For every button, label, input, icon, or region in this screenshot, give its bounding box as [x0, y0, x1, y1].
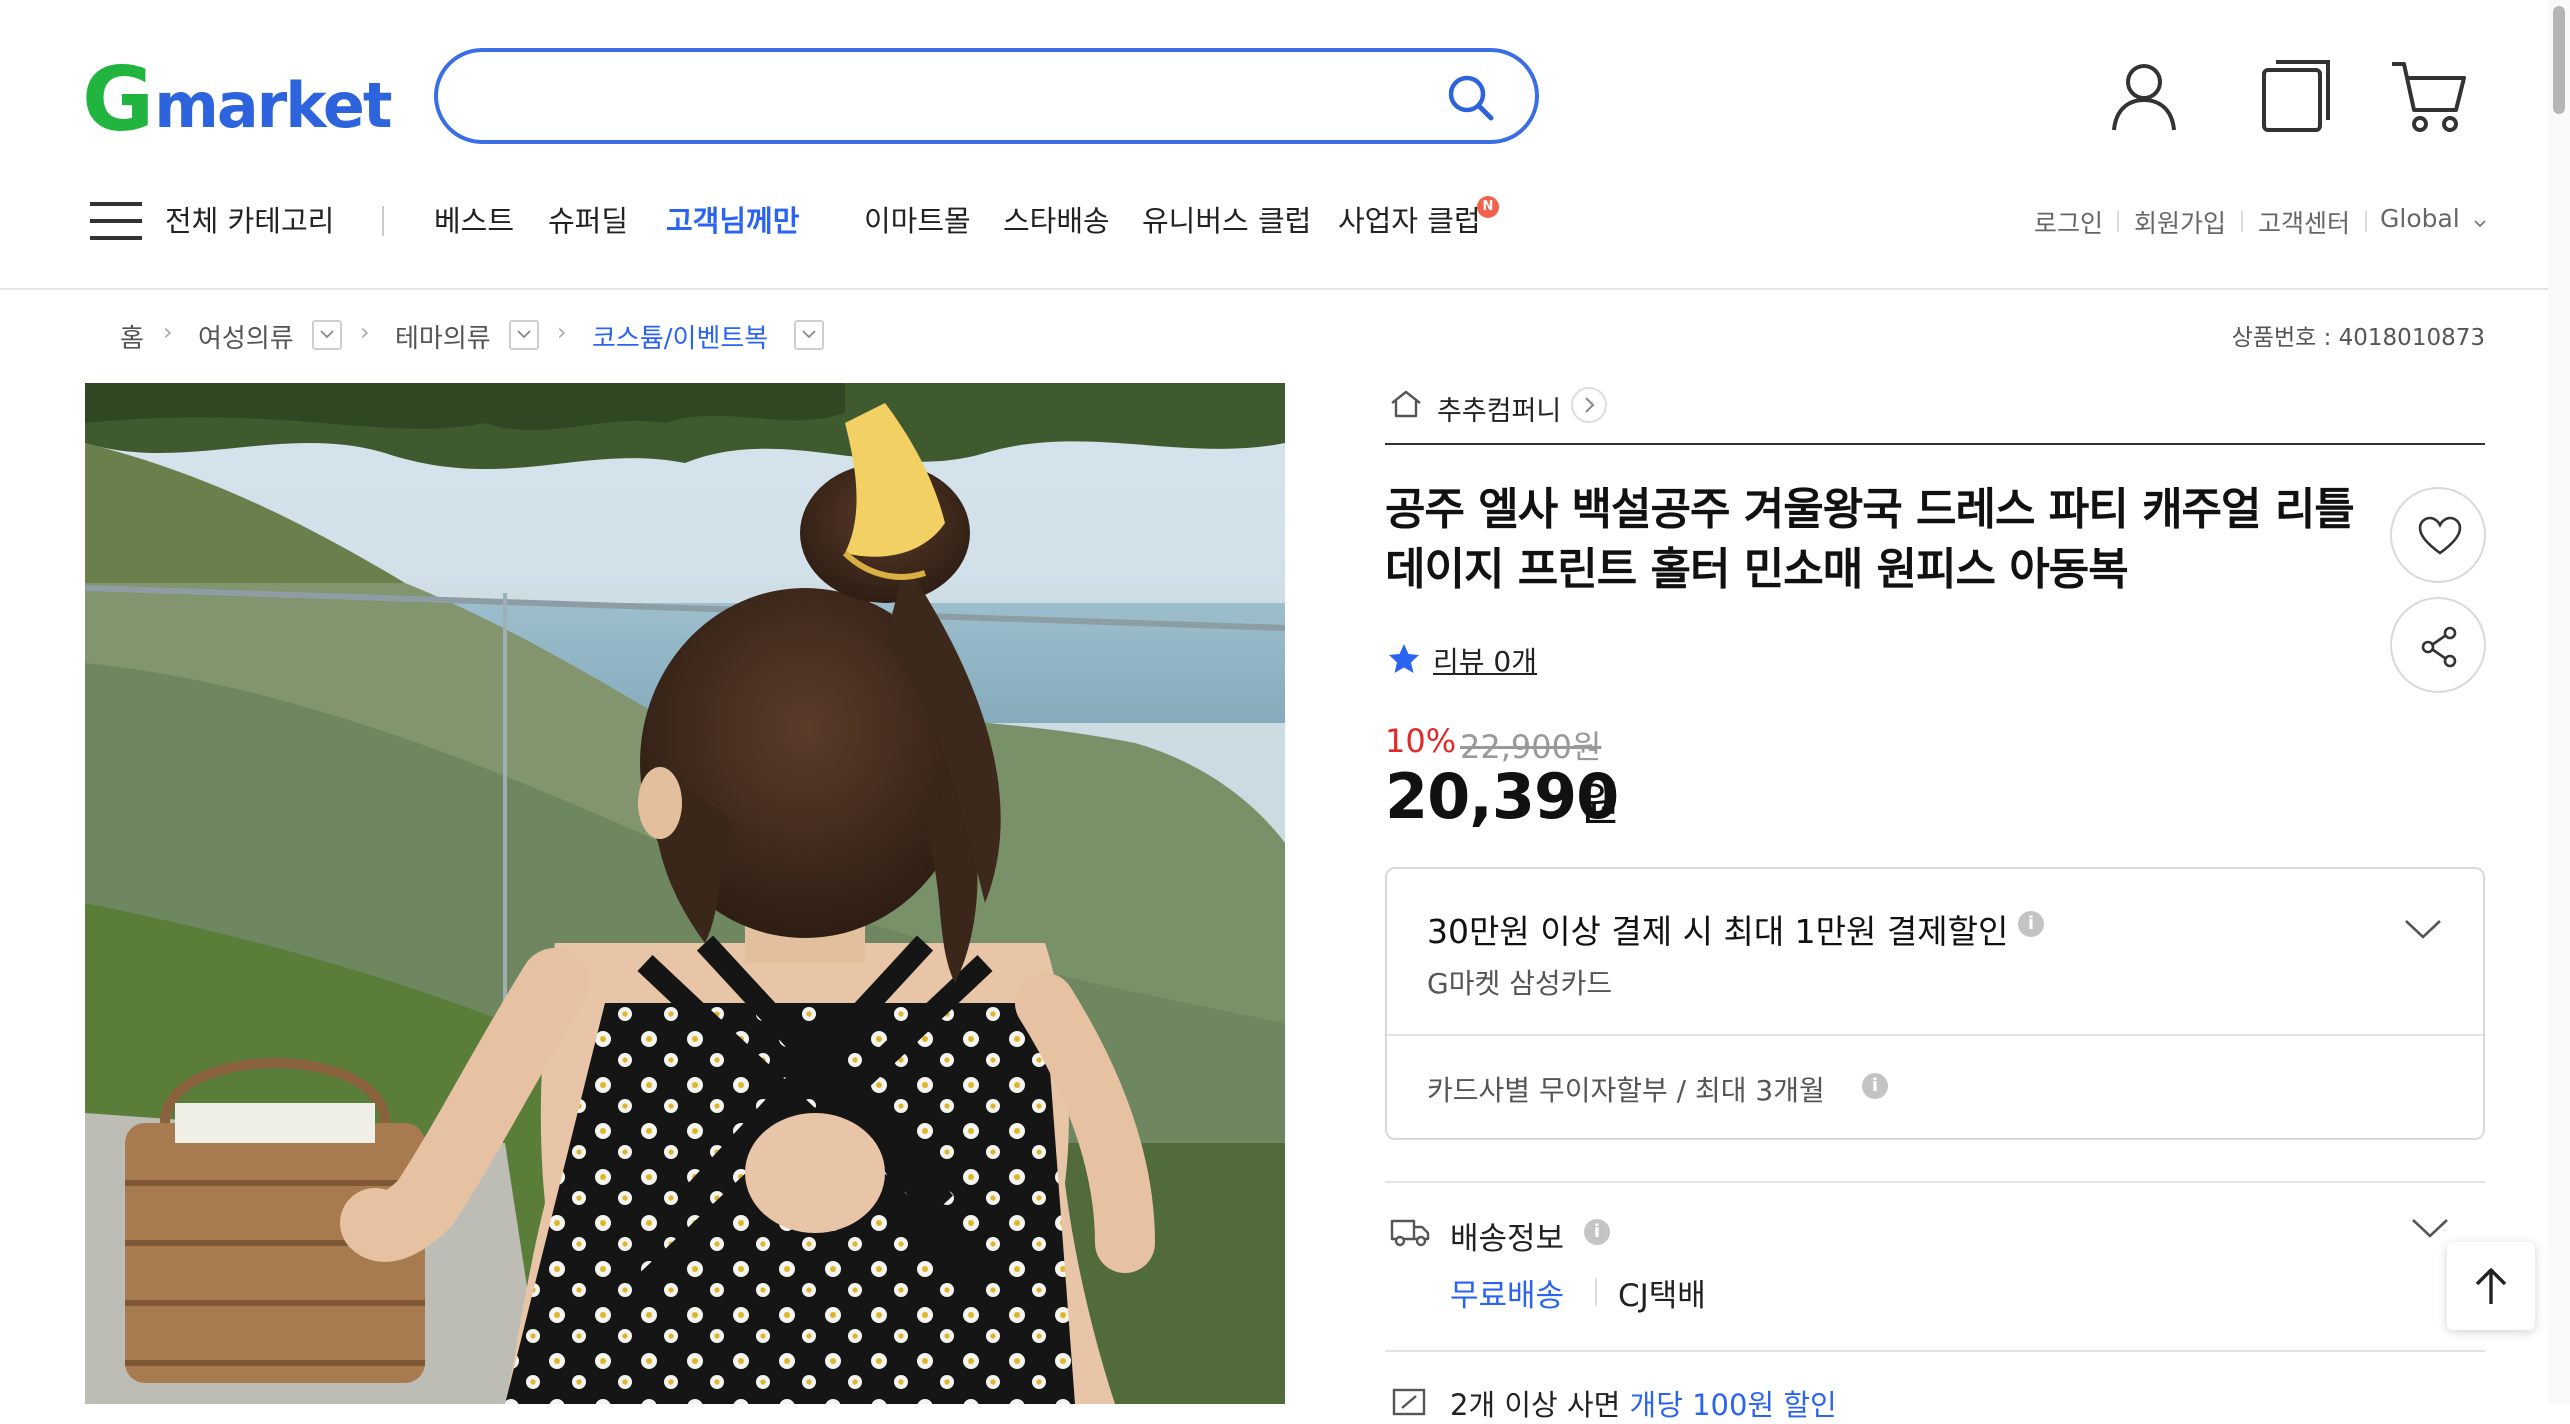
seller-name[interactable]: 추추컴퍼니: [1437, 389, 1561, 428]
benefit-title[interactable]: 30만원 이상 결제 시 최대 1만원 결제할인: [1427, 905, 2008, 953]
menu-icon[interactable]: [90, 202, 142, 240]
global-nav: 전체 카테고리 베스트 슈퍼딜 고객님께만 이마트몰 스타배송 유니버스 클럽 …: [0, 180, 2570, 260]
shipping-carrier: CJ택배: [1618, 1278, 1706, 1314]
price-unit: 원: [1578, 777, 1621, 831]
breadcrumb-home[interactable]: 홈: [120, 318, 144, 355]
nav-for-you[interactable]: 고객님께만: [666, 198, 799, 240]
search-bar: [434, 48, 1539, 144]
arrow-up-icon: [2475, 1268, 2507, 1304]
info-icon[interactable]: i: [1862, 1073, 1888, 1099]
product-image[interactable]: [85, 383, 1285, 1404]
shipping-info-label: 배송정보: [1450, 1221, 1565, 1257]
nav-emart-mall[interactable]: 이마트몰: [864, 198, 971, 240]
customer-center-link[interactable]: 고객센터: [2258, 204, 2350, 240]
search-input[interactable]: [478, 70, 1418, 124]
multi-buy-amount[interactable]: 개당 100원 할인: [1630, 1388, 1837, 1422]
site-header: G market 전체 카테고리 베스트 슈퍼딜 고객님께만 이마트몰 스타배송…: [0, 0, 2570, 290]
installment-info: 카드사별 무이자할부 / 최대 3개월: [1427, 1074, 1825, 1107]
breadcrumb-dropdown[interactable]: [312, 320, 342, 350]
shipping-divider: [1595, 1278, 1597, 1306]
page-scrollbar[interactable]: [2548, 0, 2570, 1404]
section-divider: [1385, 1181, 2485, 1183]
seller-link-button[interactable]: [1571, 387, 1607, 423]
section-divider: [1385, 1350, 2485, 1352]
breadcrumb-separator-icon: ›: [360, 318, 370, 346]
truck-icon: [1390, 1219, 1430, 1247]
logo-wordmark: market: [154, 69, 392, 142]
chevron-down-icon: [517, 330, 531, 339]
review-count-link[interactable]: 리뷰 0개: [1433, 640, 1537, 680]
chevron-down-icon[interactable]: [2410, 1216, 2450, 1240]
all-categories-button[interactable]: 전체 카테고리: [165, 198, 334, 240]
login-link[interactable]: 로그인: [2034, 204, 2103, 240]
breadcrumb-dropdown[interactable]: [794, 320, 824, 350]
home-icon: [1391, 390, 1421, 418]
nav-best[interactable]: 베스트: [434, 198, 514, 240]
recent-items-icon[interactable]: [2256, 56, 2336, 136]
benefit-divider: [1387, 1034, 2483, 1036]
card-benefit-box: 30만원 이상 결제 시 최대 1만원 결제할인 i G마켓 삼성카드 카드사별…: [1385, 867, 2485, 1140]
chevron-right-icon: [1585, 397, 1595, 413]
product-photo-illustration: [85, 383, 1285, 1404]
seller-row: 추추컴퍼니: [1385, 385, 2485, 445]
share-icon: [2421, 626, 2457, 668]
breadcrumb-separator-icon: ›: [557, 318, 567, 346]
info-icon[interactable]: i: [1584, 1219, 1610, 1245]
chevron-down-icon: [2474, 220, 2486, 228]
breadcrumb-separator-icon: ›: [163, 318, 173, 346]
breadcrumb-costume[interactable]: 코스튬/이벤트복: [592, 318, 768, 355]
logo-letter-g: G: [82, 48, 154, 151]
product-number: 상품번호 : 4018010873: [2231, 325, 2485, 351]
nav-star-delivery[interactable]: 스타배송: [1003, 198, 1110, 240]
breadcrumb-theme-clothing[interactable]: 테마의류: [395, 318, 491, 355]
wishlist-button[interactable]: [2390, 487, 2486, 583]
breadcrumb-dropdown[interactable]: [509, 320, 539, 350]
discount-icon: [1392, 1388, 1426, 1416]
util-divider: [2365, 210, 2367, 232]
star-icon: [1389, 644, 1419, 673]
discount-rate: 10%: [1385, 722, 1457, 760]
nav-universe-club[interactable]: 유니버스 클럽: [1142, 198, 1311, 240]
cart-icon[interactable]: [2390, 56, 2470, 136]
free-shipping: 무료배송: [1450, 1278, 1565, 1314]
scroll-to-top-button[interactable]: [2447, 1242, 2535, 1330]
util-divider: [2241, 210, 2243, 232]
chevron-down-icon: [320, 330, 334, 339]
multi-buy-prefix: 2개 이상 사면: [1450, 1388, 1630, 1422]
nav-divider: [382, 206, 384, 236]
multi-buy-discount: 2개 이상 사면 개당 100원 할인: [1450, 1382, 1837, 1424]
signup-link[interactable]: 회원가입: [2134, 204, 2226, 240]
nav-superdeal[interactable]: 슈퍼딜: [548, 198, 628, 240]
heart-icon: [2418, 516, 2462, 555]
util-divider: [2117, 210, 2119, 232]
global-link[interactable]: Global: [2380, 204, 2460, 233]
share-button[interactable]: [2390, 597, 2486, 693]
chevron-down-icon[interactable]: [2403, 917, 2443, 941]
nav-business-club[interactable]: 사업자 클럽: [1338, 198, 1481, 240]
breadcrumb-womens-clothing[interactable]: 여성의류: [198, 318, 294, 355]
product-title: 공주 엘사 백설공주 겨울왕국 드레스 파티 캐주얼 리틀 데이지 프린트 홀터…: [1385, 484, 2355, 595]
chevron-down-icon: [802, 330, 816, 339]
scrollbar-thumb[interactable]: [2553, 6, 2565, 114]
new-badge: N: [1477, 196, 1499, 218]
gmarket-logo[interactable]: G market: [82, 48, 393, 151]
search-icon[interactable]: [1445, 72, 1497, 124]
info-icon[interactable]: i: [2018, 911, 2044, 937]
benefit-card-name: G마켓 삼성카드: [1427, 967, 1613, 1000]
user-icon[interactable]: [2104, 56, 2184, 136]
